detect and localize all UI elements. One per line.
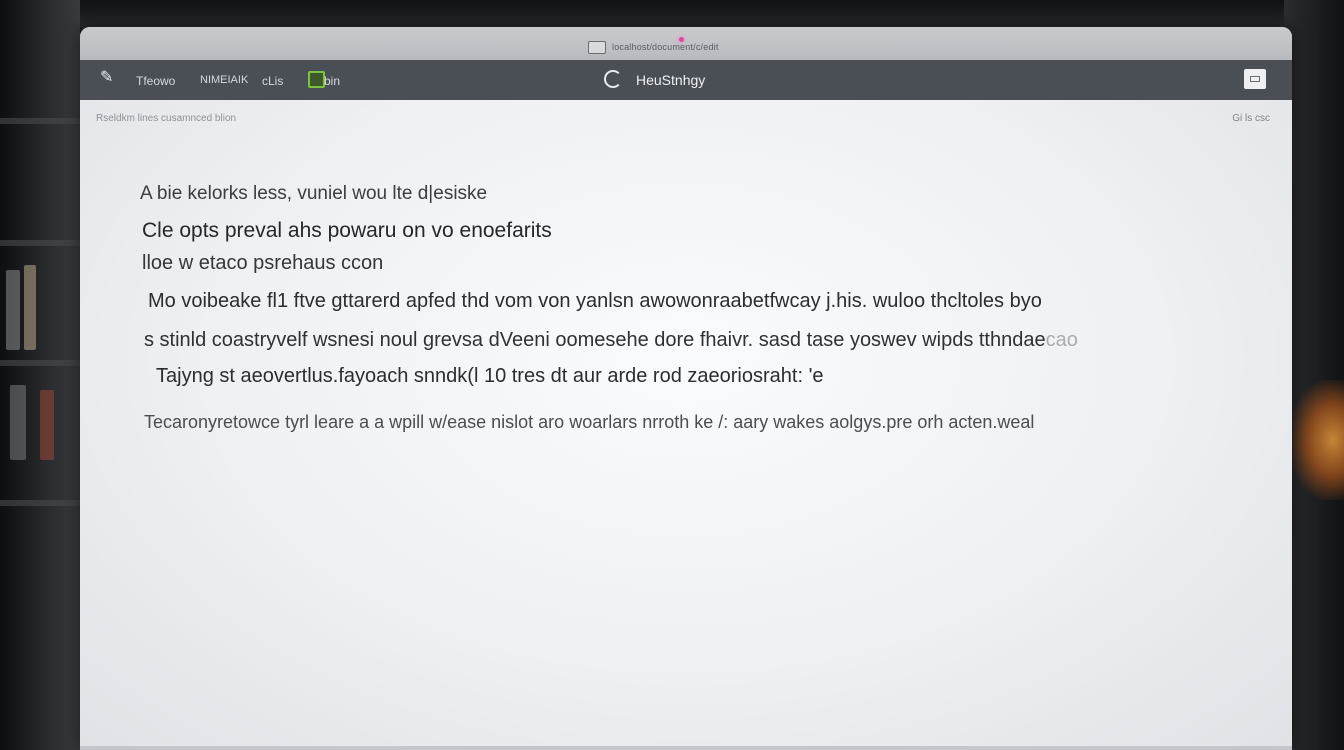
background-top: [80, 0, 1290, 28]
pen-icon[interactable]: ✎: [100, 69, 116, 87]
book: [40, 390, 54, 460]
background-light-glow: [1289, 380, 1344, 500]
text-line: Tecaronyretowce tyrl leare a a wpill w/e…: [144, 412, 1035, 432]
title-bar: localhost/document/c/edit: [80, 27, 1292, 60]
window-button[interactable]: [1244, 69, 1266, 89]
shelf: [0, 360, 80, 366]
toolbar-item[interactable]: Tfeowo: [136, 74, 175, 88]
text-line: Mo voibeake fl1 ftve gttarerd apfed thd …: [148, 290, 1042, 312]
window-icon: [1250, 76, 1260, 82]
edge-icon[interactable]: [604, 70, 622, 88]
text-line: A bie kelorks less, vuniel wou lte d|esi…: [140, 183, 488, 204]
status-text: Gi ls csc: [1232, 113, 1270, 124]
background-right: [1284, 0, 1344, 750]
book: [10, 385, 26, 460]
book: [24, 265, 36, 350]
text-line: s stinld coastryvelf wsnesi noul grevsa …: [144, 329, 1078, 352]
page-title: HeuStnhgy: [636, 72, 706, 88]
toolbar-item[interactable]: NIMEIAIK: [200, 74, 248, 86]
toolbar-item[interactable]: cLis: [262, 74, 283, 88]
background-left-shelves: [0, 0, 80, 750]
book: [6, 270, 20, 350]
text-line-fade: cao: [1045, 329, 1078, 351]
document-icon: [588, 41, 606, 54]
text-line-main: s stinld coastryvelf wsnesi noul grevsa …: [144, 329, 1046, 351]
checkbox-icon[interactable]: [308, 71, 325, 88]
text-line: lloe w etaco psrehaus ccon: [142, 252, 384, 274]
shelf: [0, 118, 80, 124]
text-line: Cle opts preval ahs powaru on vo enoefar…: [142, 219, 552, 242]
browser-window: localhost/document/c/edit ✎ Tfeowo NIMEI…: [80, 27, 1292, 750]
window-bottom-edge: [80, 746, 1292, 750]
breadcrumb[interactable]: Rseldkm lines cusamnced blion: [96, 113, 236, 124]
text-line: Tajyng st aeovertlus.fayoach snndk(l 10 …: [156, 365, 824, 387]
toolbar: ✎ Tfeowo NIMEIAIK cLis bin HeuStnhgy: [80, 60, 1292, 101]
shelf: [0, 240, 80, 246]
shelf: [0, 500, 80, 506]
toolbar-item[interactable]: bin: [324, 74, 340, 88]
document-content[interactable]: Rseldkm lines cusamnced blion Gi ls csc …: [80, 100, 1292, 750]
window-title: localhost/document/c/edit: [612, 42, 719, 52]
